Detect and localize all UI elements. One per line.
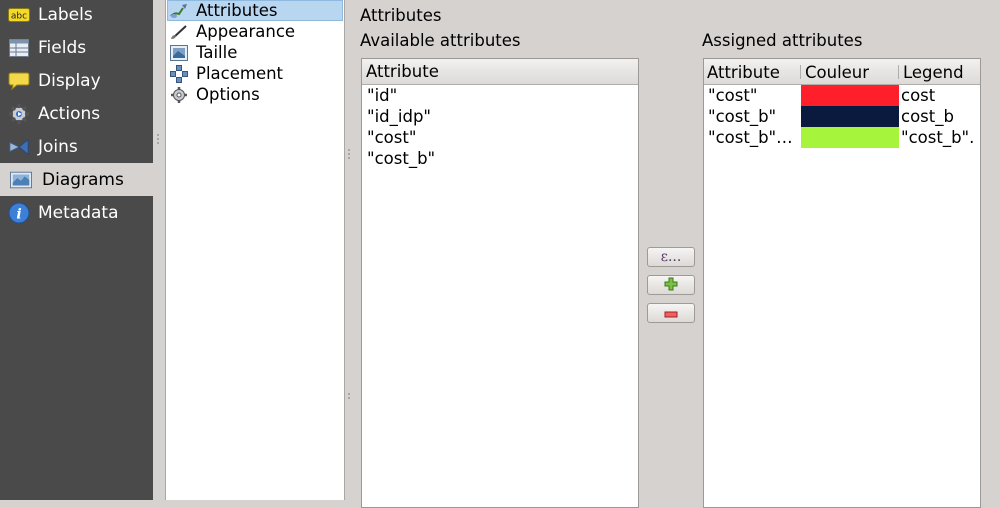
legend-cell[interactable]: "cost_b".	[901, 127, 981, 148]
list-item[interactable]: "id"	[362, 85, 638, 106]
add-attribute-button[interactable]	[647, 275, 695, 295]
color-swatch[interactable]	[801, 127, 899, 148]
legend-cell[interactable]: cost_b	[901, 106, 981, 127]
tree-item-label: Attributes	[196, 1, 278, 20]
sidebar-item-label: Labels	[38, 4, 93, 25]
info-icon: i	[8, 202, 30, 224]
tree-item-taille[interactable]: Taille	[168, 42, 237, 63]
table-icon	[8, 37, 30, 59]
attributes-brush-icon	[170, 2, 188, 20]
gear-icon	[8, 103, 30, 125]
sidebar: abc Labels Fields Display Actions Joins …	[0, 0, 153, 500]
tree-splitter[interactable]	[345, 0, 353, 500]
assigned-attribute-cell[interactable]: "cost_b"…	[708, 127, 800, 148]
tree-item-label: Taille	[196, 43, 238, 62]
assigned-attribute-cell[interactable]: "cost"	[708, 85, 800, 106]
remove-attribute-button[interactable]	[647, 303, 695, 323]
placement-icon	[170, 64, 188, 83]
column-header-legend[interactable]: Legend	[903, 59, 979, 85]
join-icon	[8, 136, 30, 158]
list-item[interactable]: "cost_b"	[362, 148, 638, 169]
assigned-attributes-table[interactable]: Attribute Couleur Legend "cost" cost "co…	[703, 58, 981, 508]
color-swatch[interactable]	[801, 85, 899, 106]
sidebar-splitter[interactable]	[153, 0, 165, 500]
diagram-settings-tree: Attributes Appearance Taille Placement O…	[165, 0, 345, 500]
tree-item-options[interactable]: Options	[168, 84, 260, 105]
list-item[interactable]: "id_idp"	[362, 106, 638, 127]
tree-item-placement[interactable]: Placement	[168, 63, 283, 84]
plus-icon	[664, 276, 678, 295]
column-header-attribute[interactable]: Attribute	[366, 62, 439, 81]
available-attributes-list[interactable]: Attribute "id" "id_idp" "cost" "cost_b"	[361, 58, 639, 508]
column-header-attribute[interactable]: Attribute	[707, 59, 800, 85]
sidebar-item-label: Joins	[38, 136, 78, 157]
column-header-couleur[interactable]: Couleur	[805, 59, 900, 85]
sidebar-item-diagrams[interactable]: Diagrams	[0, 163, 153, 196]
available-list-header[interactable]: Attribute	[362, 59, 638, 85]
section-title: Attributes	[360, 6, 442, 25]
sidebar-item-actions[interactable]: Actions	[0, 97, 153, 130]
svg-text:i: i	[16, 206, 21, 222]
attributes-panel: Attributes Available attributes Assigned…	[353, 0, 1000, 508]
assigned-table-header: Attribute Couleur Legend	[704, 59, 980, 85]
assigned-attribute-cell[interactable]: "cost_b"	[708, 106, 800, 127]
available-attributes-title: Available attributes	[360, 31, 521, 50]
sidebar-item-label: Diagrams	[42, 169, 124, 190]
speech-bubble-icon	[8, 70, 30, 92]
add-expression-button[interactable]: ε...	[647, 247, 695, 267]
sidebar-item-label: Display	[38, 70, 101, 91]
options-gear-icon	[170, 86, 188, 104]
tree-item-label: Appearance	[196, 22, 296, 41]
tree-item-attributes[interactable]: Attributes	[167, 0, 343, 21]
sidebar-item-metadata[interactable]: i Metadata	[0, 196, 153, 229]
tree-item-label: Placement	[196, 64, 284, 83]
sidebar-item-label: Fields	[38, 37, 87, 58]
sidebar-item-labels[interactable]: abc Labels	[0, 0, 153, 31]
tree-item-label: Options	[196, 85, 260, 104]
size-icon	[170, 44, 188, 62]
sidebar-item-fields[interactable]: Fields	[0, 31, 153, 64]
sidebar-item-display[interactable]: Display	[0, 64, 153, 97]
diagram-icon	[10, 169, 32, 191]
brush-icon	[170, 23, 188, 41]
svg-text:abc: abc	[11, 11, 27, 21]
sidebar-item-label: Actions	[38, 103, 101, 124]
tree-item-appearance[interactable]: Appearance	[168, 21, 295, 42]
minus-icon	[664, 304, 678, 323]
list-item[interactable]: "cost"	[362, 127, 638, 148]
color-swatch[interactable]	[801, 106, 899, 127]
legend-cell[interactable]: cost	[901, 85, 981, 106]
labels-abc-icon: abc	[8, 4, 30, 26]
sidebar-item-joins[interactable]: Joins	[0, 130, 153, 163]
sidebar-item-label: Metadata	[38, 202, 119, 223]
assigned-attributes-title: Assigned attributes	[702, 31, 863, 50]
